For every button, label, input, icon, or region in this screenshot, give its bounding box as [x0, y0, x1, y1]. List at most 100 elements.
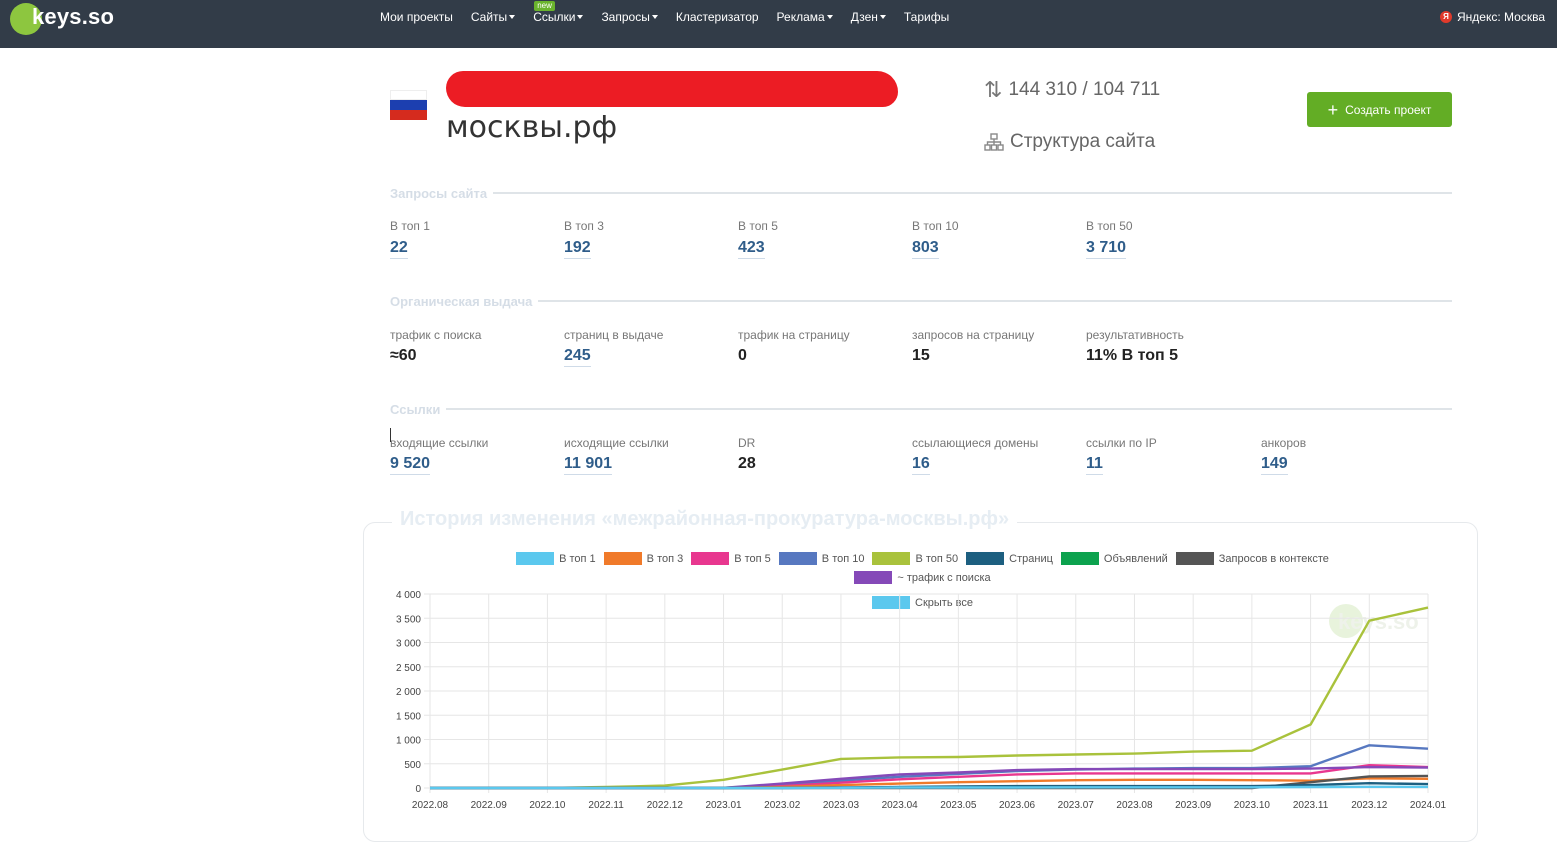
x-tick-label: 2023.06 — [999, 800, 1036, 811]
new-badge: new — [534, 1, 555, 11]
site-domain: москвы.рф — [446, 110, 618, 145]
site-count: ⇅ 144 310 / 104 711 — [984, 77, 1160, 103]
y-tick-label: 0 — [415, 784, 421, 795]
legend-item[interactable]: Запросов в контексте — [1175, 552, 1329, 565]
metric-value[interactable]: 245 — [564, 347, 591, 367]
metric-value[interactable]: 423 — [738, 239, 765, 259]
metric-value[interactable]: 16 — [912, 455, 930, 475]
nav-item[interactable]: Сайты — [470, 10, 516, 24]
x-tick-label: 2022.10 — [529, 800, 566, 811]
metric-label: В топ 5 — [738, 219, 778, 233]
nav-item[interactable]: new Ссылки — [533, 1, 584, 24]
site-structure-link[interactable]: Структура сайта — [984, 131, 1155, 153]
nav-item[interactable]: Дзен — [851, 10, 886, 24]
x-tick-label: 2023.10 — [1234, 800, 1271, 811]
metric-label: анкоров — [1261, 436, 1307, 450]
x-tick-label: 2023.04 — [882, 800, 919, 811]
x-tick-label: 2022.09 — [471, 800, 508, 811]
russia-flag-icon — [390, 90, 427, 120]
legend-item[interactable]: В топ 10 — [778, 552, 864, 565]
x-tick-label: 2023.01 — [705, 800, 742, 811]
metric-value[interactable]: 3 710 — [1086, 239, 1127, 259]
metric-value: ≈60 — [390, 347, 417, 364]
section-divider — [390, 300, 1452, 302]
legend-item[interactable]: ~ трафик с поиска — [854, 571, 991, 584]
caret-down-icon — [826, 15, 833, 19]
nav-item[interactable]: Запросы — [601, 10, 658, 24]
x-tick-label: 2022.12 — [647, 800, 684, 811]
region-label: Яндекс: Москва — [1457, 10, 1545, 24]
nav-item[interactable]: Кластеризатор — [676, 10, 759, 24]
region-selector[interactable]: Я Яндекс: Москва — [1440, 10, 1545, 24]
x-tick-label: 2022.08 — [412, 800, 449, 811]
y-tick-label: 1 500 — [396, 711, 421, 722]
metric-label: DR — [738, 436, 756, 450]
legend-label: Запросов в контексте — [1218, 552, 1329, 565]
section-divider — [390, 192, 1452, 194]
x-tick-label: 2022.11 — [588, 800, 624, 811]
nav-item-label: Реклама — [776, 10, 825, 24]
create-project-label: Создать проект — [1345, 102, 1432, 117]
legend-label: Страниц — [1009, 552, 1053, 565]
caret-down-icon — [879, 15, 886, 19]
nav-item[interactable]: Мои проекты — [380, 10, 453, 24]
metric-label: трафик с поиска — [390, 328, 482, 342]
site-count-value: 144 310 / 104 711 — [1008, 79, 1161, 100]
metric-value: 0 — [738, 347, 747, 364]
metric-value: 11% В топ 5 — [1086, 347, 1178, 364]
nav-item-label: Сайты — [470, 10, 508, 24]
legend-swatch — [516, 552, 555, 565]
legend-item[interactable]: Страниц — [966, 552, 1053, 565]
metric-label: В топ 1 — [390, 219, 430, 233]
metric-value[interactable]: 192 — [564, 239, 591, 259]
nav-item[interactable]: Реклама — [777, 10, 833, 24]
nav-item-label: Мои проекты — [380, 10, 453, 24]
metric-value[interactable]: 149 — [1261, 455, 1288, 475]
yandex-icon: Я — [1440, 11, 1452, 23]
nav-item[interactable]: Тарифы — [904, 10, 949, 24]
legend-item[interactable]: Объявлений — [1060, 552, 1168, 565]
nav-item-label: Тарифы — [903, 10, 950, 24]
legend-swatch — [1060, 552, 1099, 565]
metric-value[interactable]: 9 520 — [390, 455, 431, 475]
legend-swatch — [872, 552, 911, 565]
metric-value[interactable]: 22 — [390, 239, 408, 259]
site-structure-label: Структура сайта — [1010, 131, 1156, 152]
metric-value[interactable]: 11 901 — [564, 455, 613, 475]
legend-swatch — [778, 552, 817, 565]
main-nav: Мои проекты Сайты new Ссылки Запросы Кластери… — [380, 1, 967, 24]
x-tick-label: 2023.02 — [764, 800, 801, 811]
metric-value[interactable]: 803 — [912, 239, 939, 259]
caret-down-icon — [651, 15, 658, 19]
create-project-button[interactable]: + Создать проект — [1307, 92, 1452, 127]
caret-down-icon — [509, 15, 516, 19]
sort-arrows-icon: ⇅ — [984, 77, 1003, 102]
y-tick-label: 2 000 — [396, 687, 421, 698]
legend-label: Объявлений — [1103, 552, 1168, 565]
y-tick-label: 4 000 — [396, 590, 421, 601]
x-tick-label: 2023.07 — [1058, 800, 1095, 811]
x-tick-label: 2023.11 — [1293, 800, 1329, 811]
x-tick-label: 2023.12 — [1351, 800, 1388, 811]
series-line — [430, 785, 1429, 790]
legend-label: В топ 3 — [646, 552, 684, 565]
y-tick-label: 3 500 — [396, 614, 421, 625]
legend-item[interactable]: В топ 1 — [516, 552, 596, 565]
series-line — [430, 606, 1429, 790]
x-tick-label: 2023.08 — [1116, 800, 1153, 811]
legend-swatch — [854, 571, 893, 584]
legend-item[interactable]: В топ 5 — [691, 552, 771, 565]
redacted-title — [446, 71, 898, 107]
nav-item-label: Дзен — [850, 10, 878, 24]
history-chart: keys.so 0 500 1 000 1 500 2 000 2 500 3 000 3 50… — [396, 590, 1447, 811]
x-tick-label: 2023.03 — [823, 800, 860, 811]
metric-label: результативность — [1086, 328, 1184, 342]
caret-down-icon — [577, 15, 584, 19]
section-title-organic: Органическая выдача — [390, 294, 539, 309]
legend-item[interactable]: В топ 3 — [603, 552, 684, 565]
text-cursor — [390, 428, 391, 442]
logo[interactable]: keys.so — [10, 3, 114, 35]
metric-value[interactable]: 11 — [1086, 455, 1103, 475]
legend-item[interactable]: В топ 50 — [872, 552, 958, 565]
section-title-links: Ссылки — [390, 402, 447, 417]
